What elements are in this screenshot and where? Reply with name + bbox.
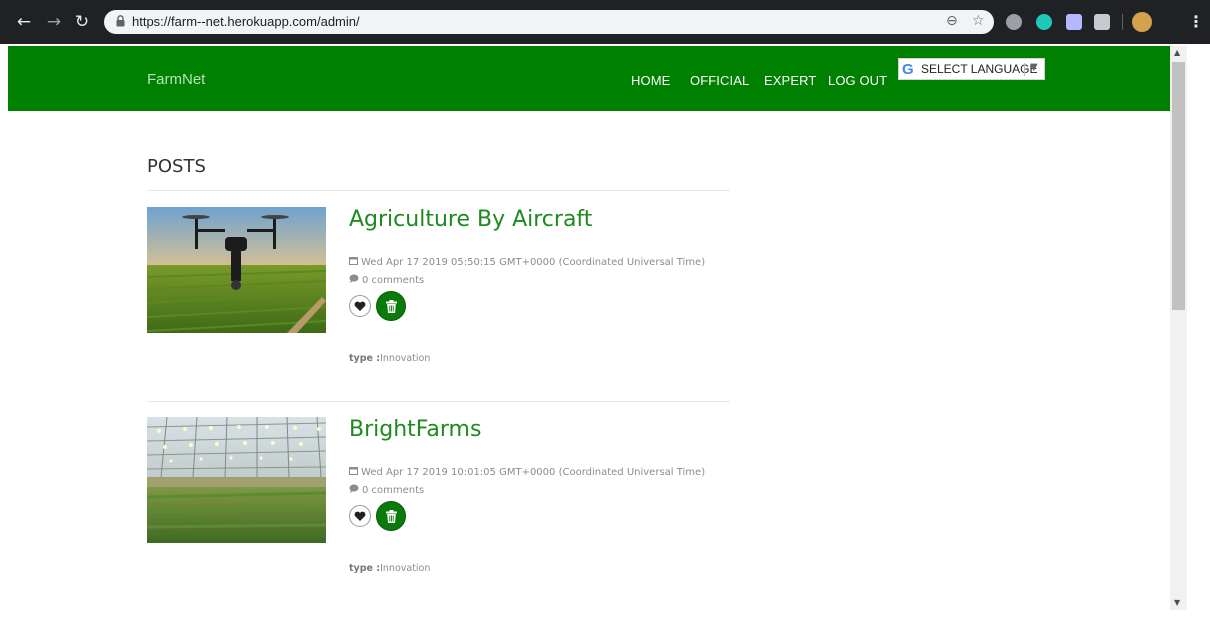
delete-button[interactable] [376, 291, 406, 321]
page-scrollbar[interactable]: ▲ ▼ [1170, 46, 1187, 610]
drone-field-image [147, 207, 326, 333]
post-comments[interactable]: 0 comments [349, 484, 424, 496]
scroll-down-icon[interactable]: ▼ [1174, 598, 1180, 607]
calendar-icon [349, 467, 358, 475]
post-date: Wed Apr 17 2019 05:50:15 GMT+0000 (Coord… [349, 256, 705, 268]
divider [147, 190, 730, 191]
divider [147, 401, 730, 402]
scroll-up-icon[interactable]: ▲ [1174, 48, 1180, 57]
menu-dots-icon[interactable]: ⋮ [1188, 12, 1204, 31]
post-type-value: Innovation [380, 353, 431, 364]
post-title[interactable]: Agriculture By Aircraft [349, 207, 592, 232]
nav-logout[interactable]: LOG OUT [828, 73, 887, 88]
post-type-value: Innovation [380, 563, 431, 574]
chevron-down-icon: ▼ [1030, 62, 1038, 73]
extension-icon[interactable] [1006, 14, 1022, 30]
post-date-text: Wed Apr 17 2019 05:50:15 GMT+0000 (Coord… [361, 257, 706, 268]
nav-official[interactable]: OFFICIAL [690, 73, 749, 88]
back-arrow-icon[interactable]: ← [14, 12, 34, 32]
post-card: BrightFarms Wed Apr 17 2019 10:01:05 GMT… [147, 417, 730, 617]
language-selector[interactable]: G SELECT LANGUAGE ▼ [898, 58, 1045, 80]
post-date-text: Wed Apr 17 2019 10:01:05 GMT+0000 (Coord… [361, 467, 706, 478]
extension-icon[interactable] [1094, 14, 1110, 30]
post-comments-text: 0 comments [362, 275, 425, 286]
browser-toolbar: ← → ↻ https://farm--net.herokuapp.com/ad… [0, 0, 1210, 44]
toolbar-divider [1122, 14, 1123, 30]
like-button[interactable] [349, 295, 371, 317]
trash-icon [386, 510, 397, 523]
scrollbar-thumb[interactable] [1172, 62, 1185, 310]
reload-icon[interactable]: ↻ [72, 12, 92, 32]
lock-icon [116, 15, 125, 27]
post-comments-text: 0 comments [362, 485, 425, 496]
address-bar[interactable]: https://farm--net.herokuapp.com/admin/ ⊖… [104, 10, 994, 34]
comment-icon [349, 274, 359, 283]
post-comments[interactable]: 0 comments [349, 274, 424, 286]
site-navbar: FarmNet HOME OFFICIAL EXPERT LOG OUT G S… [8, 46, 1170, 111]
greenhouse-image [147, 417, 326, 543]
comment-icon [349, 484, 359, 493]
calendar-icon [349, 257, 358, 265]
avatar[interactable] [1132, 12, 1152, 32]
post-date: Wed Apr 17 2019 10:01:05 GMT+0000 (Coord… [349, 466, 705, 478]
url-text: https://farm--net.herokuapp.com/admin/ [132, 14, 360, 29]
heart-icon [354, 301, 366, 311]
post-type: type :Innovation [349, 563, 430, 574]
google-logo-icon: G [902, 61, 914, 78]
nav-expert[interactable]: EXPERT [764, 73, 816, 88]
nav-home[interactable]: HOME [631, 73, 670, 88]
delete-button[interactable] [376, 501, 406, 531]
zoom-icon[interactable]: ⊖ [946, 13, 958, 29]
forward-arrow-icon[interactable]: → [44, 12, 64, 32]
post-card: Agriculture By Aircraft Wed Apr 17 2019 … [147, 207, 730, 407]
post-type-label: type : [349, 563, 381, 574]
post-image[interactable] [147, 417, 326, 543]
trash-icon [386, 300, 397, 313]
post-image[interactable] [147, 207, 326, 333]
star-icon[interactable]: ☆ [972, 13, 985, 29]
brand-logo[interactable]: FarmNet [147, 71, 205, 88]
post-title[interactable]: BrightFarms [349, 417, 481, 442]
like-button[interactable] [349, 505, 371, 527]
language-selector-label: SELECT LANGUAGE [921, 62, 1038, 76]
heart-icon [354, 511, 366, 521]
page-title: POSTS [147, 156, 206, 177]
shield-extension-icon[interactable] [1066, 14, 1082, 30]
language-selector-divider [1024, 63, 1025, 76]
post-type-label: type : [349, 353, 381, 364]
extension-icon[interactable] [1036, 14, 1052, 30]
post-type: type :Innovation [349, 353, 430, 364]
